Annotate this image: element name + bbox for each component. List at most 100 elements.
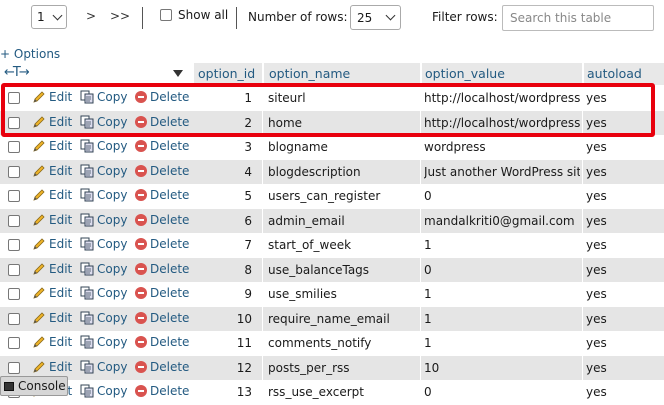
row-checkbox[interactable]: [8, 92, 20, 104]
row-checkbox[interactable]: [8, 116, 20, 129]
edit-link[interactable]: Edit: [32, 164, 72, 178]
table-row: Edit Copy Delete 10 require_name_email 1 yes: [0, 306, 664, 331]
row-checkbox[interactable]: [8, 141, 20, 153]
delete-icon: [135, 262, 147, 275]
column-divider: [420, 135, 421, 160]
edit-link[interactable]: Edit: [32, 262, 72, 276]
copy-link[interactable]: Copy: [80, 90, 127, 104]
cell-option-id: 11: [236, 336, 252, 350]
column-header-option-value[interactable]: option_value: [425, 66, 505, 81]
cell-autoload: yes: [586, 262, 607, 277]
cell-autoload: yes: [586, 164, 607, 179]
cell-option-value: http://localhost/wordpress: [424, 91, 580, 105]
column-divider: [582, 135, 583, 160]
cell-option-value: 10: [424, 360, 440, 375]
column-divider: [582, 86, 583, 111]
delete-link[interactable]: Delete: [135, 237, 189, 251]
delete-link[interactable]: Delete: [135, 90, 189, 104]
delete-link[interactable]: Delete: [135, 139, 189, 153]
console-button[interactable]: Console: [0, 376, 68, 396]
cell-option-value: wordpress: [424, 140, 486, 154]
delete-icon: [135, 91, 147, 103]
copy-icon: [80, 286, 94, 300]
edit-link[interactable]: Edit: [32, 115, 72, 129]
delete-link[interactable]: Delete: [135, 286, 189, 300]
column-divider: [420, 86, 421, 111]
delete-label: Delete: [150, 114, 190, 129]
delete-link[interactable]: Delete: [135, 360, 189, 374]
edit-link[interactable]: Edit: [32, 188, 72, 202]
page-select-value: 1: [37, 10, 45, 24]
row-checkbox[interactable]: [8, 288, 20, 300]
row-checkbox[interactable]: [8, 214, 20, 227]
copy-link[interactable]: Copy: [80, 213, 127, 227]
rows-per-page-select[interactable]: 25: [350, 5, 401, 30]
copy-link[interactable]: Copy: [80, 335, 127, 349]
show-all-checkbox[interactable]: [160, 9, 172, 21]
delete-link[interactable]: Delete: [135, 115, 189, 129]
copy-link[interactable]: Copy: [80, 262, 127, 276]
row-checkbox[interactable]: [8, 337, 20, 349]
filter-rows-input[interactable]: [502, 5, 654, 31]
row-checkbox[interactable]: [8, 165, 20, 178]
row-checkbox[interactable]: [8, 312, 20, 325]
last-page-button[interactable]: >>: [110, 9, 130, 23]
edit-link[interactable]: Edit: [32, 360, 72, 374]
row-checkbox[interactable]: [8, 239, 20, 251]
delete-link[interactable]: Delete: [135, 213, 189, 227]
column-divider: [420, 208, 421, 233]
cell-option-value: 1: [424, 311, 432, 326]
edit-link[interactable]: Edit: [32, 335, 72, 349]
row-checkbox[interactable]: [8, 190, 20, 202]
edit-link[interactable]: Edit: [32, 90, 72, 104]
column-header-option-name[interactable]: option_name: [269, 66, 350, 81]
copy-link[interactable]: Copy: [80, 115, 127, 129]
copy-link[interactable]: Copy: [80, 164, 127, 178]
table-row: Edit Copy Delete 8 use_balanceTags 0 yes: [0, 257, 664, 282]
copy-link[interactable]: Copy: [80, 360, 127, 374]
copy-link[interactable]: Copy: [80, 237, 127, 251]
copy-link[interactable]: Copy: [80, 188, 127, 202]
cell-option-id: 4: [244, 164, 252, 179]
filter-rows-label: Filter rows:: [432, 10, 498, 24]
copy-icon: [80, 213, 94, 226]
edit-link[interactable]: Edit: [32, 139, 72, 153]
edit-link[interactable]: Edit: [32, 311, 72, 325]
copy-icon: [80, 335, 94, 349]
cell-option-value: Just another WordPress site: [424, 164, 580, 179]
pencil-icon: [33, 360, 45, 373]
edit-link[interactable]: Edit: [32, 213, 72, 227]
cell-autoload: yes: [586, 115, 607, 130]
column-divider: [582, 380, 583, 405]
copy-label: Copy: [97, 359, 128, 374]
copy-icon: [80, 164, 94, 177]
row-checkbox[interactable]: [8, 361, 20, 374]
row-checkbox[interactable]: [8, 263, 20, 276]
column-arrows-icon[interactable]: ←T→: [4, 65, 30, 80]
column-divider: [582, 233, 583, 258]
copy-link[interactable]: Copy: [80, 139, 127, 153]
column-divider: [582, 282, 583, 307]
show-all-toggle[interactable]: Show all: [160, 8, 228, 22]
delete-link[interactable]: Delete: [135, 262, 189, 276]
rows-per-page-label: Number of rows:: [248, 10, 348, 24]
copy-link[interactable]: Copy: [80, 286, 127, 300]
delete-link[interactable]: Delete: [135, 311, 189, 325]
copy-link[interactable]: Copy: [80, 311, 127, 325]
pencil-icon: [33, 311, 45, 324]
edit-link[interactable]: Edit: [32, 237, 72, 251]
delete-link[interactable]: Delete: [135, 164, 189, 178]
sort-dropdown-icon[interactable]: [173, 70, 183, 77]
delete-link[interactable]: Delete: [135, 335, 189, 349]
delete-link[interactable]: Delete: [135, 188, 189, 202]
cell-option-name: blogname: [268, 140, 328, 154]
column-header-option-id[interactable]: option_id: [198, 66, 255, 81]
cell-option-name: use_balanceTags: [268, 262, 370, 277]
column-header-autoload[interactable]: autoload: [587, 66, 642, 81]
edit-link[interactable]: Edit: [32, 286, 72, 300]
options-link[interactable]: + Options: [0, 47, 60, 61]
next-page-button[interactable]: >: [86, 9, 96, 23]
page-select[interactable]: 1: [31, 5, 67, 29]
cell-autoload: yes: [586, 360, 607, 375]
edit-label: Edit: [49, 335, 73, 349]
